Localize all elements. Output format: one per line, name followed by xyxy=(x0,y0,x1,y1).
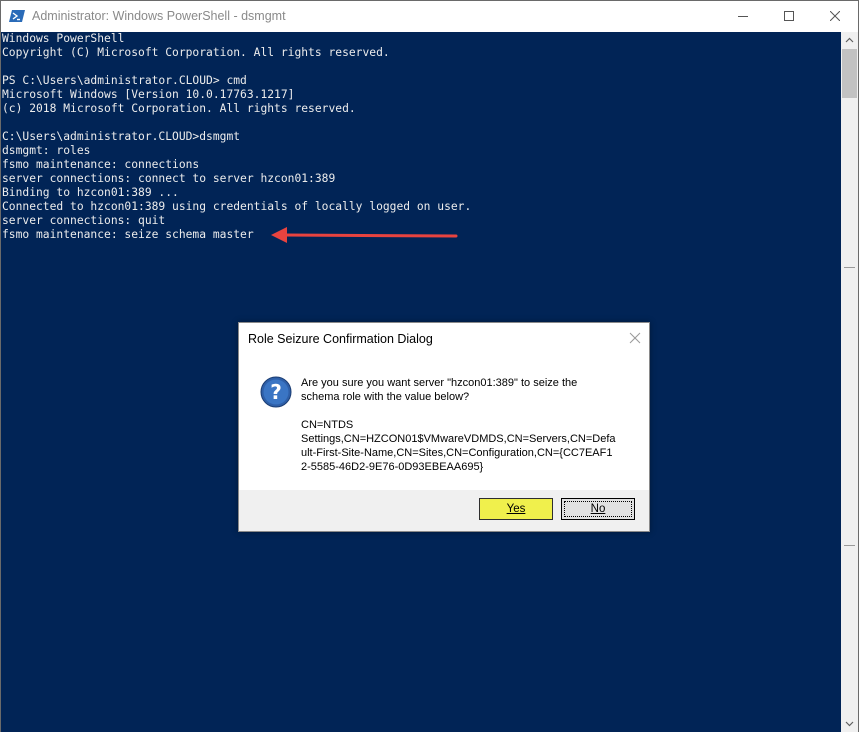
console-line: Windows PowerShell xyxy=(2,32,125,45)
powershell-icon xyxy=(9,10,25,22)
dialog-dn-line: Settings,CN=HZCON01$VMwareVDMDS,CN=Serve… xyxy=(301,433,616,445)
dialog-dn-line: 2-5585-46D2-9E76-0D93EBEAA695} xyxy=(301,461,484,473)
vertical-scrollbar[interactable] xyxy=(841,32,858,732)
console-line: dsmgmt: roles xyxy=(2,144,91,157)
console-line: Connected to hzcon01:389 using credentia… xyxy=(2,200,472,213)
dialog-dn-line: ult-First-Site-Name,CN=Sites,CN=Configur… xyxy=(301,447,613,459)
no-button[interactable]: No xyxy=(561,498,635,520)
console-line: server connections: quit xyxy=(2,214,166,227)
dialog-body: ? Are you sure you want server "hzcon01:… xyxy=(239,354,649,490)
console-line: fsmo maintenance: connections xyxy=(2,158,200,171)
yes-button[interactable]: Yes xyxy=(479,498,553,520)
console-line: (c) 2018 Microsoft Corporation. All righ… xyxy=(2,102,356,115)
scrollbar-marker xyxy=(844,267,855,268)
dialog-title: Role Seizure Confirmation Dialog xyxy=(248,332,433,346)
question-icon: ? xyxy=(260,376,292,408)
close-button[interactable] xyxy=(812,1,858,32)
dialog-message-line: schema role with the value below? xyxy=(301,391,470,403)
dialog-message-line: Are you sure you want server "hzcon01:38… xyxy=(301,377,578,389)
close-icon xyxy=(629,332,641,344)
maximize-button[interactable] xyxy=(766,1,812,32)
scroll-up-button[interactable] xyxy=(841,32,858,49)
console-line: server connections: connect to server hz… xyxy=(2,172,336,185)
chevron-down-icon xyxy=(845,721,854,727)
title-bar[interactable]: Administrator: Windows PowerShell - dsmg… xyxy=(1,1,858,32)
minimize-icon xyxy=(738,16,748,17)
console-line: Copyright (C) Microsoft Corporation. All… xyxy=(2,46,390,59)
console-line: C:\Users\administrator.CLOUD>dsmgmt xyxy=(2,130,241,143)
console-line: Binding to hzcon01:389 ... xyxy=(2,186,179,199)
dialog-close-button[interactable] xyxy=(623,326,647,350)
role-seizure-dialog: Role Seizure Confirmation Dialog ? Are y… xyxy=(238,322,650,532)
chevron-up-icon xyxy=(845,37,854,43)
dialog-button-bar: Yes No xyxy=(239,490,649,531)
minimize-button[interactable] xyxy=(720,1,766,32)
console-line: Microsoft Windows [Version 10.0.17763.12… xyxy=(2,88,295,101)
console-line: PS C:\Users\administrator.CLOUD> cmd xyxy=(2,74,247,87)
no-button-label: No xyxy=(590,503,606,515)
scroll-down-button[interactable] xyxy=(841,715,858,732)
yes-button-label: Yes xyxy=(506,503,526,515)
maximize-icon xyxy=(784,11,794,21)
console-line: fsmo maintenance: seize schema master xyxy=(2,228,254,241)
svg-text:?: ? xyxy=(270,380,282,404)
scrollbar-thumb[interactable] xyxy=(842,49,857,98)
window-title: Administrator: Windows PowerShell - dsmg… xyxy=(32,9,286,23)
scrollbar-marker xyxy=(844,545,855,546)
dialog-dn-line: CN=NTDS xyxy=(301,419,354,431)
close-icon xyxy=(830,11,840,21)
